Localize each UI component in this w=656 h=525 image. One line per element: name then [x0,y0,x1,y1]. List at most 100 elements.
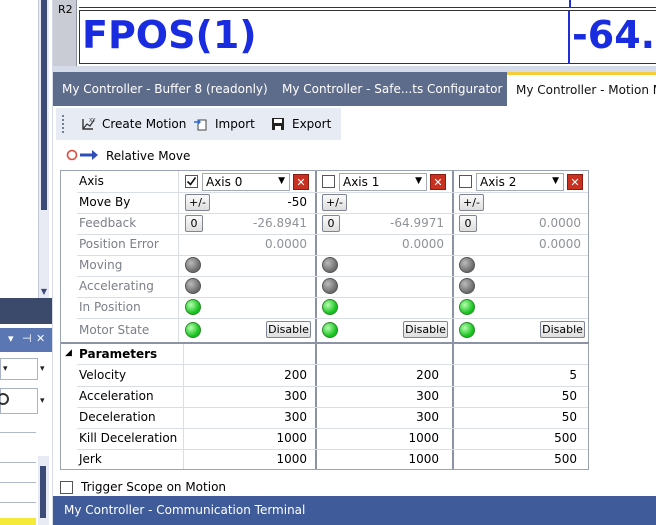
axis-2-param-value[interactable]: 5 [569,368,577,382]
overflow-icon[interactable]: ▾ [40,364,45,374]
axis-2-checkbox[interactable] [459,175,472,188]
moving-label: Moving [79,258,123,272]
axis-2-param-value[interactable]: 50 [562,389,577,403]
motor-state-label: Motor State [79,323,150,337]
axis-1-param-value[interactable]: 1000 [408,452,439,466]
save-disk-icon [270,116,286,132]
left-combo[interactable]: ▾ [0,358,38,380]
axis-1-motor-indicator [322,322,338,338]
axis-2-sign-button[interactable]: +/- [459,194,484,211]
watch-value-cell[interactable]: -64.9 [570,10,656,64]
scroll-thumb[interactable] [40,466,46,518]
axis-0-param-value[interactable]: 1000 [276,452,307,466]
export-button[interactable]: Export [270,114,331,134]
left-panel-band [0,298,52,324]
combo-arrow-icon: ▾ [3,364,8,374]
axis-2-select[interactable]: Axis 2 ▼ [476,173,564,191]
tab-safety-configurator[interactable]: My Controller - Safe...ts Configurator [273,72,507,106]
axis-0-in-position-indicator [185,299,201,315]
axis-1-select[interactable]: Axis 1 ▼ [339,173,427,191]
svg-text:XY: XY [89,118,96,124]
axis-2-param-value[interactable]: 500 [554,452,577,466]
axis-1-param-value[interactable]: 200 [416,368,439,382]
axis-2-param-value[interactable]: 500 [554,431,577,445]
watch-prev-row [79,0,656,8]
left-scrollbar[interactable]: ▼ [38,0,49,298]
remove-axis-2-button[interactable]: ✕ [567,174,583,190]
tab-motion-manager[interactable]: My Controller - Motion Ma [507,72,656,106]
axis-0-move-by[interactable]: -50 [287,195,307,209]
accelerating-label: Accelerating [79,279,154,293]
position-error-row: Position Error 0.0000 0.0000 0.0000 [61,234,589,255]
param-row-deceleration: Deceleration 300 300 50 [61,407,589,428]
param-label: Deceleration [79,410,156,424]
move-by-label: Move By [79,195,131,209]
axis-0-sign-button[interactable]: +/- [185,194,210,211]
chevron-down-icon: ▼ [278,176,285,186]
axis-1-moving-indicator [322,257,338,273]
dropdown-arrow-icon[interactable]: ▾ [8,332,14,345]
radio-icon[interactable] [0,393,9,405]
axis-1-param-value[interactable]: 1000 [408,431,439,445]
close-icon: ✕ [296,176,306,189]
divider [0,462,36,463]
left-field[interactable] [0,388,38,414]
axis-0-param-value[interactable]: 300 [284,410,307,424]
axis-0-param-value[interactable]: 1000 [276,431,307,445]
parameters-section[interactable]: ◢ Parameters [61,342,589,364]
axis-2-position-error: 0.0000 [539,237,581,251]
axis-2-accelerating-indicator [459,278,475,294]
remove-axis-0-button[interactable]: ✕ [293,174,309,190]
position-error-label: Position Error [79,237,159,251]
highlight-bar [0,518,36,525]
axis-1-sign-button[interactable]: +/- [322,194,347,211]
motion-type-header: Relative Move [66,146,190,166]
watch-variable-cell[interactable]: FPOS(1) [79,10,570,64]
toolbar: XY Create Motion Import Export [56,108,341,140]
scroll-down-arrow-icon[interactable]: ▼ [39,288,49,296]
close-icon[interactable]: ✕ [36,332,45,345]
axis-2-motor-indicator [459,322,475,338]
axis-row: Axis Axis 0 ▼ ✕ Axis 1 ▼ ✕ Axis 2 ▼ ✕ [61,171,589,192]
axis-0-zero-button[interactable]: 0 [185,215,203,232]
axis-0-checkbox[interactable] [185,175,198,188]
trigger-scope-checkbox[interactable] [60,480,73,494]
trigger-scope-label: Trigger Scope on Motion [81,480,227,494]
in-position-row: In Position [61,297,589,318]
chevron-down-icon: ▼ [552,176,559,186]
axis-0-param-value[interactable]: 200 [284,368,307,382]
toolbar-grip[interactable] [61,114,65,134]
communication-terminal-header[interactable]: My Controller - Communication Terminal [53,496,656,525]
left-scrollbar-bottom[interactable] [38,456,49,525]
trigger-scope-option[interactable]: Trigger Scope on Motion [60,478,226,496]
create-motion-icon: XY [80,116,96,132]
overflow-icon[interactable]: ▾ [40,396,45,406]
axis-1-param-value[interactable]: 300 [416,389,439,403]
axis-1-checkbox[interactable] [322,175,335,188]
pin-icon[interactable]: ⊣ [22,332,32,345]
collapse-triangle-icon[interactable]: ◢ [65,348,72,358]
remove-axis-1-button[interactable]: ✕ [430,174,446,190]
axis-0-motor-indicator [185,322,201,338]
axis-2-disable-button[interactable]: Disable [540,321,585,338]
motion-type-label: Relative Move [106,149,191,163]
axis-2-param-value[interactable]: 50 [562,410,577,424]
axis-1-disable-button[interactable]: Disable [403,321,448,338]
create-motion-button[interactable]: XY Create Motion [80,114,186,134]
axis-2-select-value: Axis 2 [480,175,517,189]
import-button[interactable]: Import [193,114,255,134]
param-label: Acceleration [79,389,154,403]
relative-move-icon [66,148,100,164]
tab-buffer-8[interactable]: My Controller - Buffer 8 (readonly) [53,72,273,106]
axis-1-zero-button[interactable]: 0 [322,215,340,232]
axis-2-zero-button[interactable]: 0 [459,215,477,232]
axis-1-accelerating-indicator [322,278,338,294]
motor-state-row: Motor State Disable Disable Disable [61,319,589,342]
axis-0-param-value[interactable]: 300 [284,389,307,403]
scroll-thumb[interactable] [41,0,47,210]
axis-0-disable-button[interactable]: Disable [266,321,311,338]
tab-label: My Controller - Buffer 8 (readonly) [62,82,268,96]
axis-1-param-value[interactable]: 300 [416,410,439,424]
axis-1-in-position-indicator [322,299,338,315]
axis-0-select[interactable]: Axis 0 ▼ [202,173,290,191]
